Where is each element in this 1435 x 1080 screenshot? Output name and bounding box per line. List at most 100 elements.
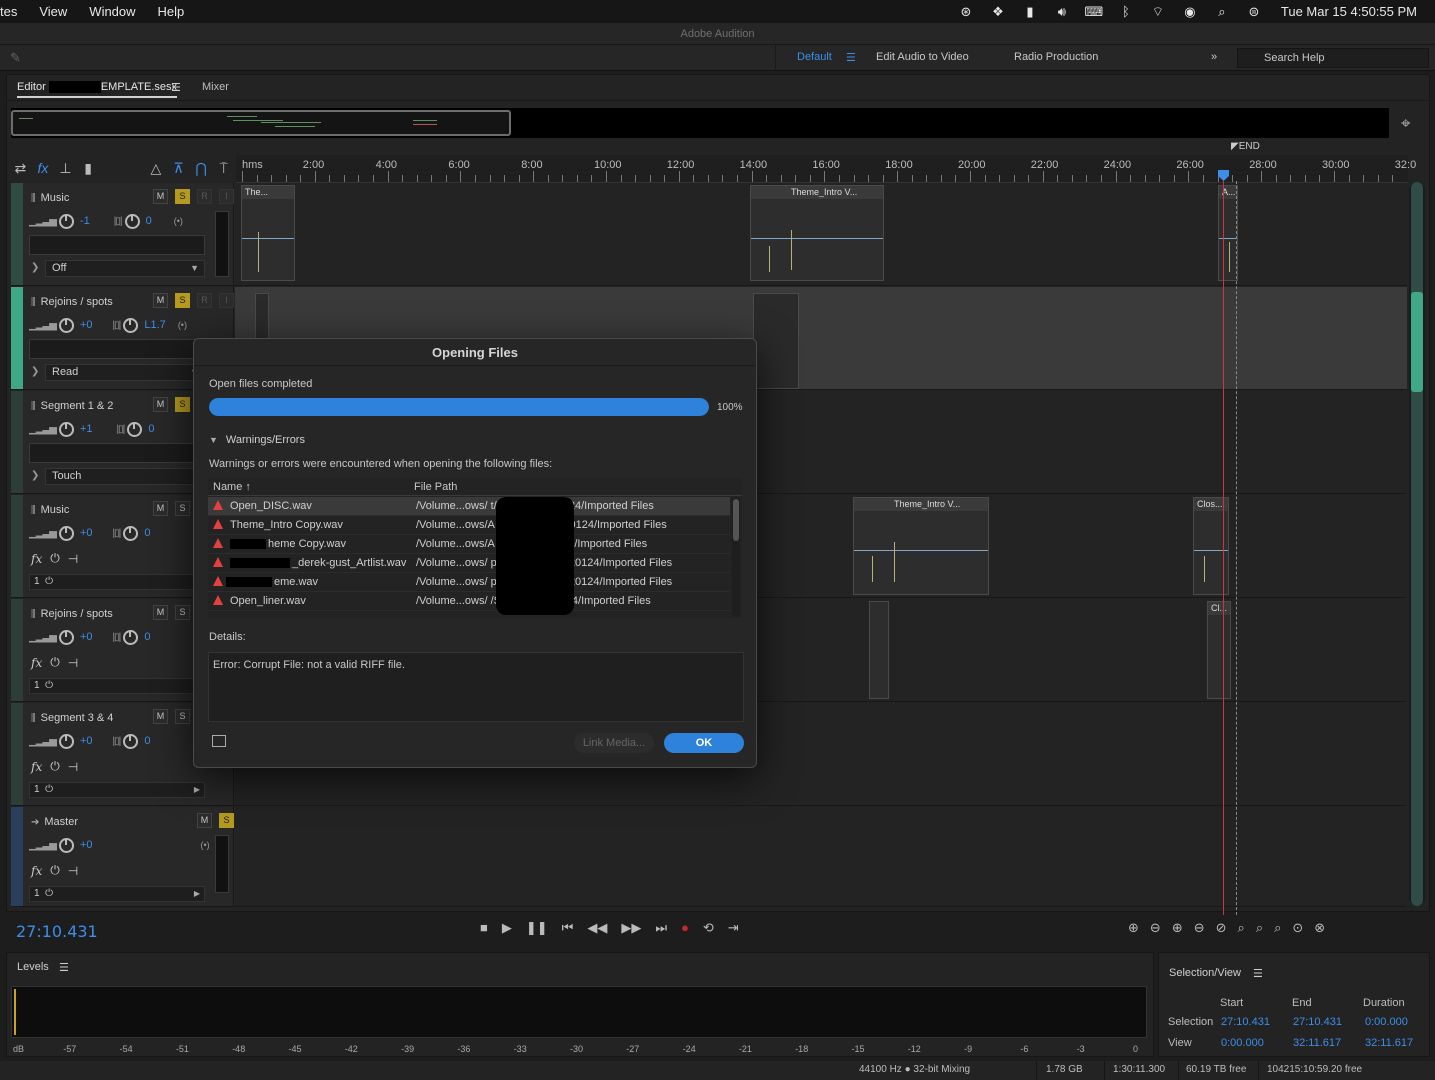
- record-icon[interactable]: ●: [681, 920, 689, 936]
- mute-button[interactable]: M: [153, 293, 168, 308]
- playhead[interactable]: [1223, 181, 1224, 915]
- record-arm-button[interactable]: R: [197, 293, 212, 308]
- menu-item-window[interactable]: Window: [78, 4, 146, 19]
- bluetooth-icon[interactable]: ᛒ: [1117, 4, 1135, 19]
- input-slot[interactable]: [29, 235, 205, 255]
- overview-zoom-window[interactable]: [11, 110, 511, 136]
- volume-value[interactable]: +1: [80, 423, 93, 435]
- zoom-in-time-icon[interactable]: ⊕: [1172, 920, 1183, 936]
- track-name[interactable]: ⫼ Segment 3 & 4: [31, 712, 113, 724]
- table-row[interactable]: heme Copy.wav/Volume...ows/A essions/220…: [208, 535, 730, 554]
- zoom-to-selection-icon[interactable]: ⌖: [1401, 114, 1411, 134]
- solo-button[interactable]: S: [175, 605, 190, 620]
- audio-clip[interactable]: Cl...: [1207, 601, 1231, 699]
- volume-value[interactable]: +0: [80, 735, 93, 747]
- fx-slot[interactable]: 1 ⏻▶: [29, 574, 205, 590]
- record-arm-button[interactable]: R: [197, 189, 212, 204]
- mute-button[interactable]: M: [153, 605, 168, 620]
- volume-value[interactable]: -1: [80, 215, 90, 227]
- audio-clip[interactable]: Theme_Intro V...: [853, 497, 989, 595]
- zoom-out-point-icon[interactable]: ⌕: [1256, 920, 1263, 936]
- workspace-default[interactable]: Default: [797, 51, 832, 63]
- zoom-tracks-icon[interactable]: ⊙: [1292, 920, 1303, 936]
- view-start[interactable]: 0:00.000: [1221, 1037, 1264, 1049]
- power-icon[interactable]: ⏻: [50, 759, 60, 774]
- skip-to-start-icon[interactable]: ⏮: [562, 920, 574, 936]
- workspace-menu-icon[interactable]: ☰: [846, 51, 856, 64]
- workspace-edit-audio-to-video[interactable]: Edit Audio to Video: [876, 51, 969, 63]
- chevron-right-icon[interactable]: ❯: [31, 366, 39, 377]
- col-path-header[interactable]: File Path: [414, 481, 457, 493]
- track-name[interactable]: ⫼ Rejoins / spots: [31, 608, 113, 620]
- track-name[interactable]: ⫼ Segment 1 & 2: [31, 400, 113, 412]
- tab-mixer[interactable]: Mixer: [202, 81, 229, 93]
- copy-to-clipboard-icon[interactable]: [212, 735, 226, 747]
- table-row[interactable]: eme.wav/Volume...ows/ print/Sessions/220…: [208, 573, 730, 592]
- input-monitor-button[interactable]: I: [219, 293, 234, 308]
- mute-button[interactable]: M: [153, 397, 168, 412]
- session-overview[interactable]: [11, 108, 1389, 138]
- mute-button[interactable]: M: [153, 189, 168, 204]
- fx-icon[interactable]: fx: [31, 552, 42, 566]
- loop-icon[interactable]: ⟲: [703, 920, 714, 936]
- fx-settings-icon[interactable]: ⊣: [68, 864, 78, 878]
- ok-button[interactable]: OK: [664, 733, 744, 753]
- power-icon[interactable]: ⏻: [50, 863, 60, 878]
- menubar-clock[interactable]: Tue Mar 15 4:50:55 PM: [1281, 4, 1417, 19]
- zoom-in-amplitude-icon[interactable]: ⊕: [1128, 920, 1139, 936]
- table-row[interactable]: _derek-gust_Artlist.wav/Volume...ows/ pr…: [208, 554, 730, 573]
- workspace-overflow-icon[interactable]: »: [1211, 51, 1217, 63]
- solo-button[interactable]: S: [175, 501, 190, 516]
- fx-settings-icon[interactable]: ⊣: [68, 656, 78, 670]
- wifi-off-icon[interactable]: ⌔: [1149, 4, 1167, 19]
- workspace-radio-production[interactable]: Radio Production: [1014, 51, 1098, 63]
- pan-value[interactable]: 0: [148, 423, 154, 435]
- stop-icon[interactable]: ■: [480, 920, 488, 936]
- time-ruler[interactable]: hms 2:00 4:00 6:00 8:00 10:00 12:00 14:00 16:00 1…: [236, 155, 1416, 183]
- levels-menu-icon[interactable]: ☰: [59, 961, 69, 974]
- volume-knob[interactable]: [58, 733, 74, 749]
- keyboard-icon[interactable]: ⌨: [1085, 4, 1104, 19]
- details-box[interactable]: Error: Corrupt File: not a valid RIFF fi…: [208, 652, 744, 722]
- fx-icon[interactable]: fx: [31, 656, 42, 670]
- volume-knob[interactable]: [58, 317, 74, 333]
- volume-value[interactable]: +0: [80, 527, 93, 539]
- fx-settings-icon[interactable]: ⊣: [68, 552, 78, 566]
- vertical-scrollbar[interactable]: [1409, 182, 1425, 906]
- col-name-header[interactable]: Name ↑: [213, 481, 251, 493]
- selection-view-menu-icon[interactable]: ☰: [1253, 967, 1263, 980]
- tab-menu-icon[interactable]: ☰: [171, 81, 181, 94]
- fx-slot[interactable]: 1 ⏻▶: [29, 886, 205, 902]
- solo-button[interactable]: S: [175, 397, 190, 412]
- fast-forward-icon[interactable]: ▶▶: [621, 920, 641, 936]
- selection-start[interactable]: 27:10.431: [1221, 1016, 1270, 1028]
- warnings-section-toggle[interactable]: ▼ Warnings/Errors: [209, 434, 305, 446]
- volume-knob[interactable]: [58, 421, 74, 437]
- automation-mode-select[interactable]: Off ▼: [45, 260, 205, 277]
- fx-icon[interactable]: fx: [31, 760, 42, 774]
- table-row[interactable]: Open_DISC.wav/Volume...ows/ t/Sessions/2…: [208, 497, 730, 516]
- current-time-display[interactable]: 27:10.431: [16, 922, 98, 941]
- pan-knob[interactable]: [124, 213, 140, 229]
- mute-button[interactable]: M: [153, 709, 168, 724]
- audio-clip[interactable]: [753, 293, 799, 389]
- volume-knob[interactable]: [58, 525, 74, 541]
- audio-clip[interactable]: A...: [1218, 185, 1238, 281]
- volume-value[interactable]: +0: [80, 839, 93, 851]
- automation-mode-select[interactable]: Read▼: [45, 364, 205, 381]
- zoom-out-amplitude-icon[interactable]: ⊖: [1150, 920, 1161, 936]
- fx-slot[interactable]: 1 ⏻▶: [29, 678, 205, 694]
- track-name[interactable]: ⫼ Rejoins / spots: [31, 296, 113, 308]
- end-marker[interactable]: ◤END: [1231, 141, 1260, 152]
- volume-knob[interactable]: [58, 213, 74, 229]
- track-name[interactable]: ➔ Master: [31, 816, 78, 828]
- link-media-button[interactable]: Link Media...: [574, 733, 654, 753]
- audio-clip[interactable]: Theme_Intro V...: [750, 185, 884, 281]
- input-slot[interactable]: [29, 443, 205, 463]
- battery-monitor-icon[interactable]: ▮: [1021, 4, 1039, 19]
- rewind-icon[interactable]: ◀◀: [587, 920, 607, 936]
- chevron-right-icon[interactable]: ❯: [31, 470, 39, 481]
- chevron-right-icon[interactable]: ❯: [31, 262, 39, 273]
- solo-button[interactable]: S: [175, 293, 190, 308]
- pan-value[interactable]: 0: [144, 631, 150, 643]
